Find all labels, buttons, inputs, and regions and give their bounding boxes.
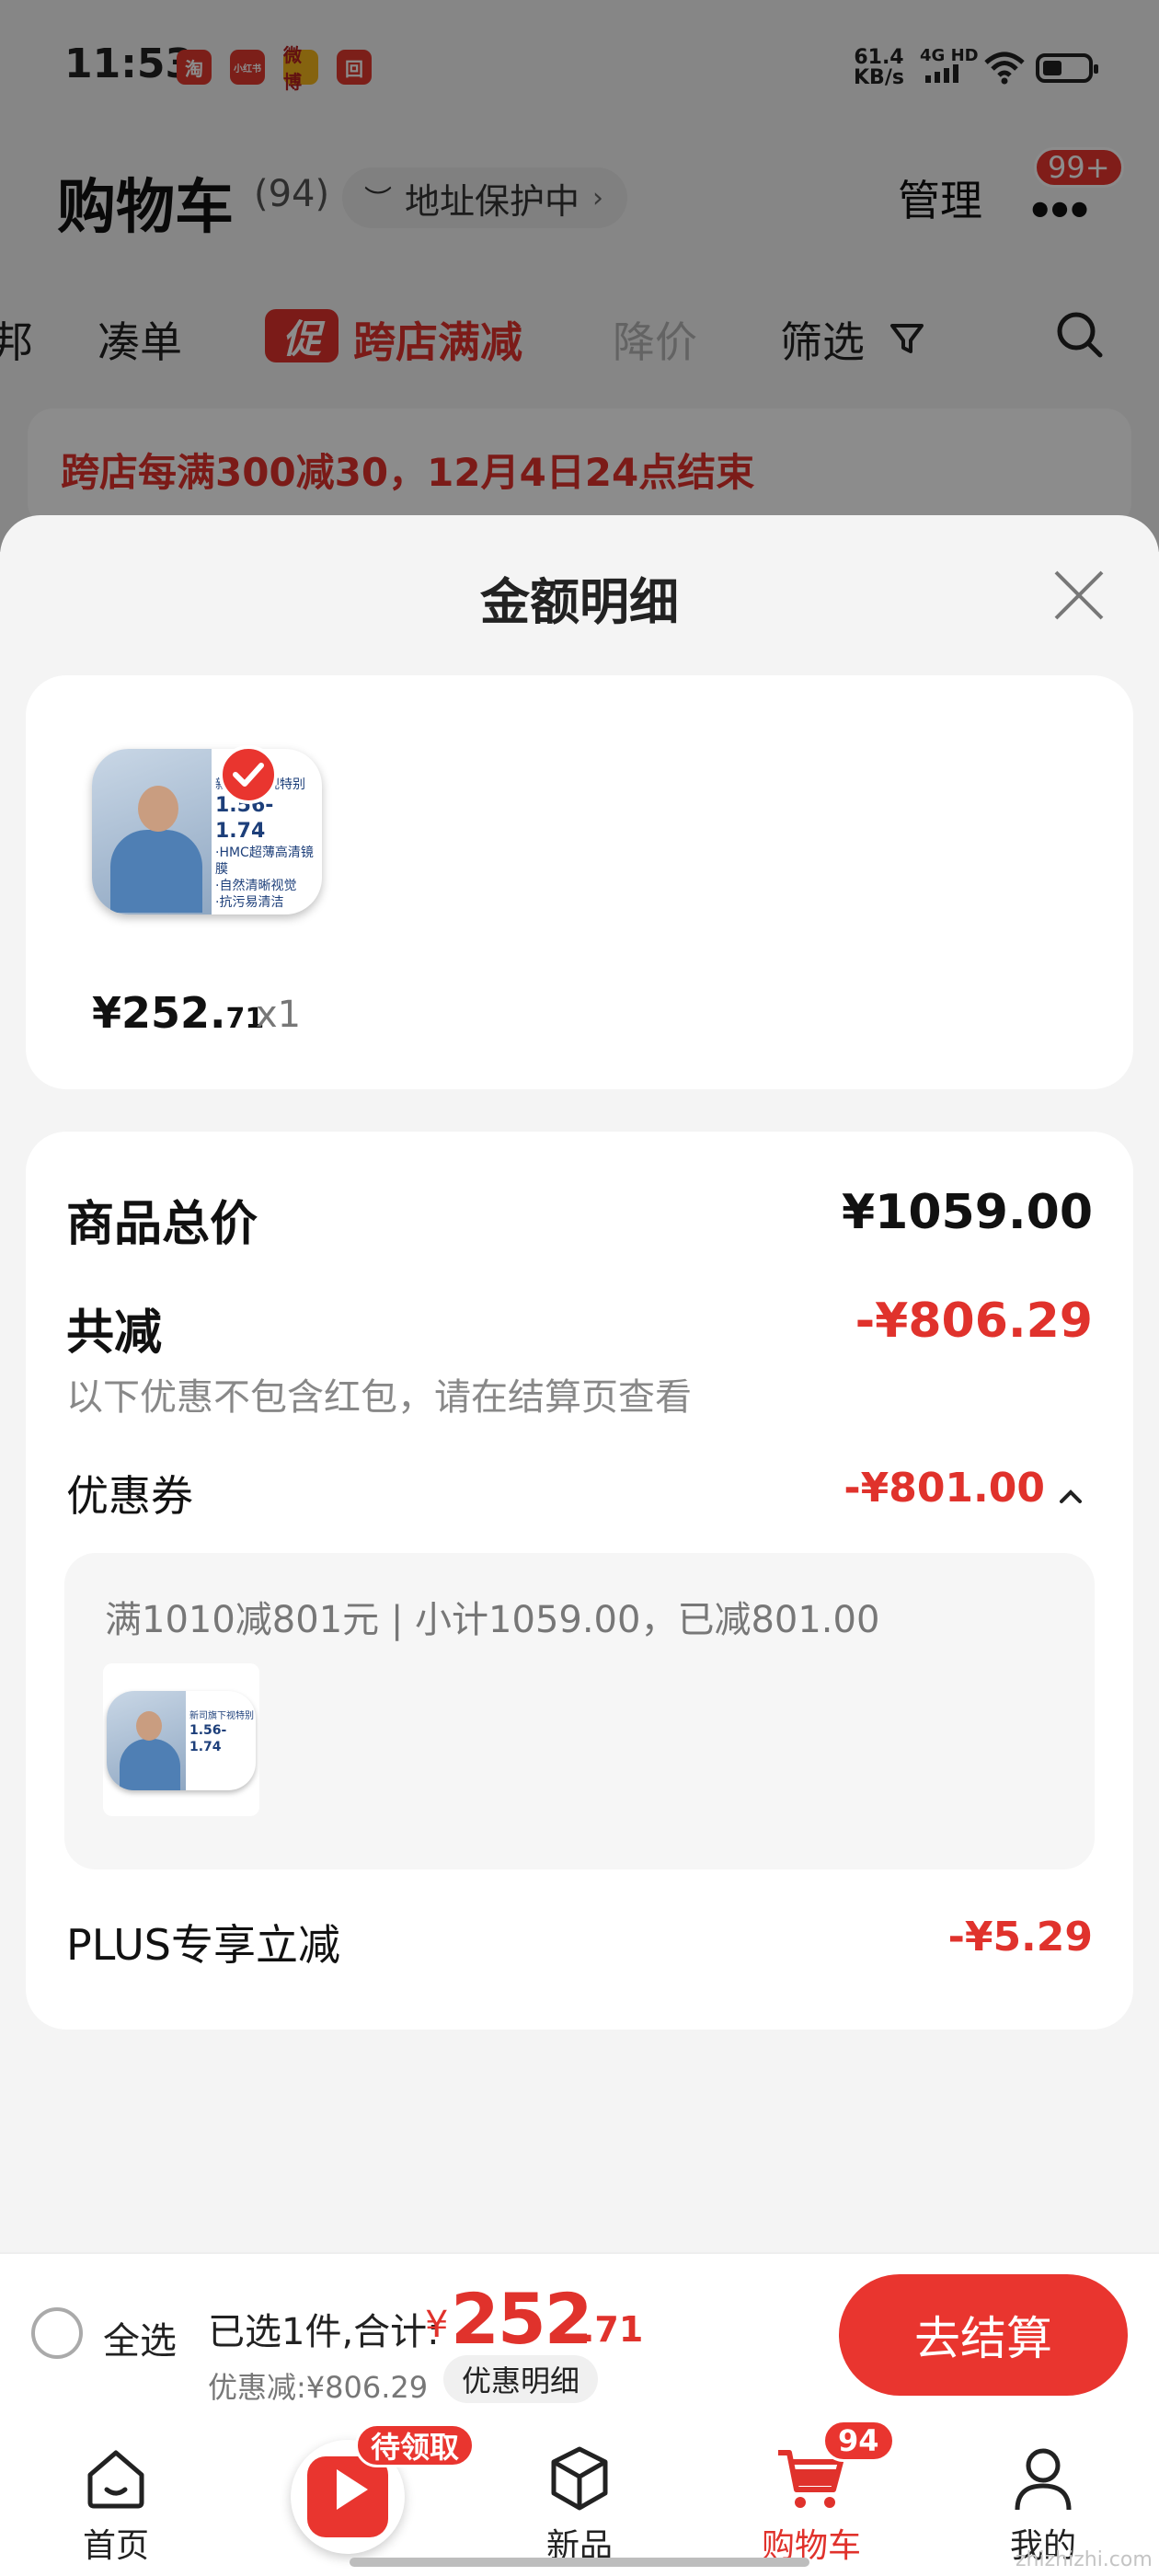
reduce-value: -¥806.29: [855, 1294, 1093, 1349]
product-quantity: x1: [256, 994, 302, 1036]
summary-label: 已选1件,合计:: [208, 2311, 440, 2353]
plus-label: PLUS专享立减: [66, 1920, 340, 1970]
summary-currency: ¥: [425, 2304, 449, 2346]
page: 11:53 淘 小红书 微博 回 61.4 KB/s 4G HD 购物车 (94…: [0, 0, 1159, 2576]
coupon-product-head: [136, 1711, 162, 1741]
coupon-image-range: 1.56-1.74: [189, 1723, 227, 1754]
product-image-range: 1.56-1.74: [215, 794, 274, 843]
tab-new[interactable]: 新品: [488, 2416, 671, 2576]
reduce-note: 以下优惠不包含红包，请在结算页查看: [66, 1376, 692, 1419]
total-label: 商品总价: [66, 1197, 258, 1252]
tab-cart[interactable]: 购物车 94: [719, 2416, 903, 2576]
total-value: ¥1059.00: [841, 1185, 1093, 1240]
summary-amount-decimal: .71: [581, 2309, 644, 2350]
product-photo-head: [138, 786, 178, 832]
checkout-button[interactable]: 去结算: [839, 2274, 1128, 2396]
coupon-label: 优惠券: [66, 1471, 193, 1521]
product-price-main: ¥252.: [92, 988, 226, 1038]
checkout-bar: 全选 已选1件,合计: ¥ 252 .71 优惠减:¥806.29 优惠明细 去…: [0, 2252, 1159, 2416]
plus-value: -¥5.29: [947, 1914, 1093, 1961]
coupon-detail-text: 满1010减801元 | 小计1059.00，已减801.00: [105, 1599, 880, 1641]
discount-detail-button[interactable]: 优惠明细: [443, 2355, 599, 2403]
product-image-feature: ·抗污易清洁: [215, 895, 284, 910]
select-all-radio[interactable]: [31, 2307, 83, 2359]
gift-video-inner: [307, 2456, 388, 2537]
discount-text: 优惠减:¥806.29: [208, 2370, 429, 2405]
home-icon: [87, 2450, 144, 2509]
chevron-up-icon[interactable]: [1056, 1481, 1085, 1511]
coupon-product-lens: 新司旗下视特别 1.56-1.74: [107, 1691, 256, 1790]
tab-home-label: 首页: [82, 2527, 149, 2565]
sheet-title: 金额明细: [480, 573, 679, 631]
summary-amount-main: 252: [451, 2278, 593, 2360]
close-icon[interactable]: [1050, 567, 1107, 624]
cart-page-background: 11:53 淘 小红书 微博 回 61.4 KB/s 4G HD 购物车 (94…: [0, 0, 1159, 552]
gift-badge: 待领取: [355, 2423, 476, 2467]
product-photo-person: [110, 830, 202, 913]
selected-check-icon[interactable]: [219, 745, 278, 804]
product-image-feature: ·HMC超薄高清镜膜: [215, 845, 314, 877]
bottom-tab-bar: 首页 待领取 新品 购物车 94 我的: [0, 2416, 1159, 2576]
watermark: zhizhizhi.com: [1016, 2548, 1153, 2571]
product-price: ¥252.71: [92, 988, 264, 1038]
overlay-dim[interactable]: [0, 0, 1159, 552]
coupon-product-person: [120, 1739, 180, 1790]
product-image-feature: ·自然清晰视觉: [215, 879, 297, 893]
play-icon: [337, 2469, 368, 2510]
amount-detail-sheet: 金额明细 新司旗下视特别 1.56-1.74 ·HMC超薄高清镜膜 ·自然清晰视…: [0, 515, 1159, 2263]
select-all-label[interactable]: 全选: [103, 2311, 177, 2364]
product-image[interactable]: 新司旗下视特别 1.56-1.74 ·HMC超薄高清镜膜 ·自然清晰视觉 ·抗污…: [92, 749, 322, 914]
coupon-product-thumbnail: 新司旗下视特别 1.56-1.74: [103, 1663, 259, 1816]
coupon-value[interactable]: -¥801.00: [843, 1465, 1045, 1512]
product-card: 新司旗下视特别 1.56-1.74 ·HMC超薄高清镜膜 ·自然清晰视觉 ·抗污…: [26, 675, 1133, 1089]
home-indicator[interactable]: [350, 2558, 809, 2567]
tab-home[interactable]: 首页: [24, 2416, 208, 2576]
breakdown-card: 商品总价 ¥1059.00 共减 -¥806.29 以下优惠不包含红包，请在结算…: [26, 1132, 1133, 2030]
coupon-product-text: 新司旗下视特别 1.56-1.74: [189, 1711, 256, 1755]
cart-badge: 94: [822, 2420, 895, 2462]
coupon-detail-box: 满1010减801元 | 小计1059.00，已减801.00 新司旗下视特别 …: [64, 1553, 1095, 1869]
reduce-label: 共减: [66, 1305, 163, 1361]
coupon-image-caption: 新司旗下视特别: [189, 1711, 254, 1721]
cube-icon: [551, 2446, 608, 2511]
user-icon: [1015, 2448, 1072, 2511]
